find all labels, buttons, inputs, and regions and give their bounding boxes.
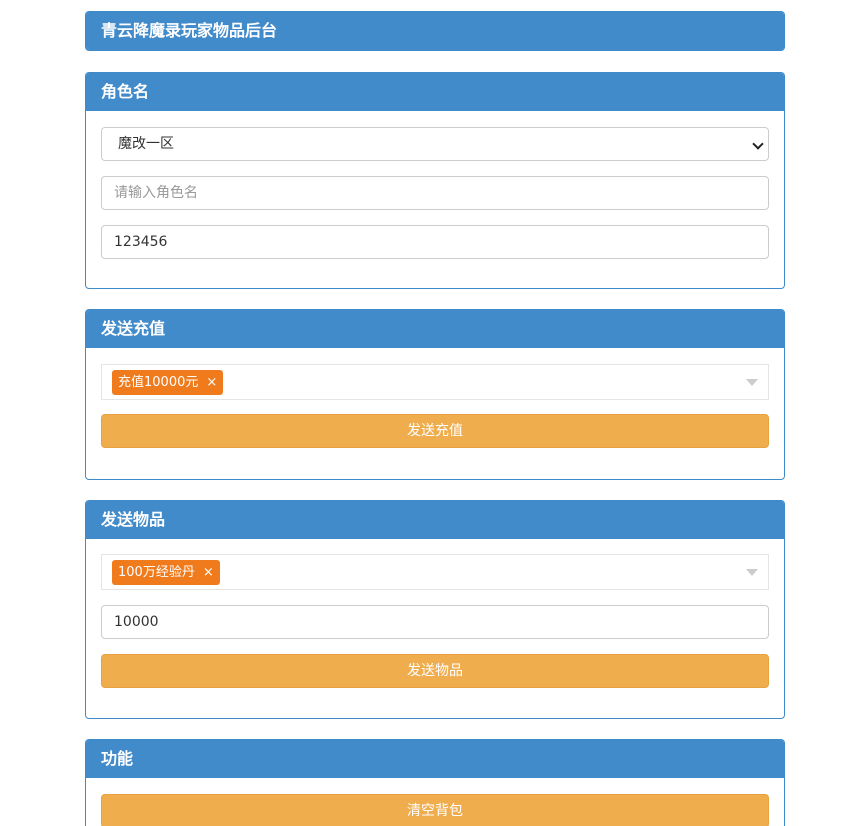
item-panel-title: 发送物品: [86, 501, 784, 539]
recharge-selected-tag: 充值10000元 ×: [112, 370, 224, 395]
item-tag-label: 100万经验丹: [118, 565, 195, 580]
page-title: 青云降魔录玩家物品后台: [86, 12, 784, 50]
send-recharge-button[interactable]: 发送充值: [101, 414, 769, 448]
quantity-input[interactable]: 10000: [101, 605, 769, 639]
recharge-panel: 发送充值 充值10000元 × 发送充值: [85, 309, 785, 480]
recharge-tag-label: 充值10000元: [118, 375, 199, 390]
function-panel-title: 功能: [86, 740, 784, 778]
role-panel-title: 角色名: [86, 73, 784, 111]
item-selected-tag: 100万经验丹 ×: [112, 560, 220, 585]
password-value: 123456: [114, 234, 168, 250]
close-icon[interactable]: ×: [203, 560, 214, 585]
recharge-multiselect[interactable]: 充值10000元 ×: [101, 364, 769, 400]
send-item-button[interactable]: 发送物品: [101, 654, 769, 688]
quantity-value: 10000: [114, 614, 159, 630]
chevron-down-icon: [752, 138, 764, 150]
item-panel: 发送物品 100万经验丹 × 10000 发送物品: [85, 500, 785, 719]
clear-backpack-button[interactable]: 清空背包: [101, 794, 769, 826]
item-multiselect[interactable]: 100万经验丹 ×: [101, 554, 769, 590]
server-select-value: 魔改一区: [118, 136, 174, 152]
role-panel: 角色名 魔改一区 请输入角色名 123456: [85, 72, 785, 289]
role-name-placeholder: 请输入角色名: [114, 185, 198, 201]
title-panel: 青云降魔录玩家物品后台: [85, 11, 785, 51]
password-input[interactable]: 123456: [101, 225, 769, 259]
recharge-panel-title: 发送充值: [86, 310, 784, 348]
caret-down-icon[interactable]: [746, 379, 758, 386]
close-icon[interactable]: ×: [206, 370, 217, 395]
caret-down-icon[interactable]: [746, 569, 758, 576]
server-select[interactable]: 魔改一区: [101, 127, 769, 161]
function-panel: 功能 清空背包: [85, 739, 785, 826]
role-name-input[interactable]: 请输入角色名: [101, 176, 769, 210]
